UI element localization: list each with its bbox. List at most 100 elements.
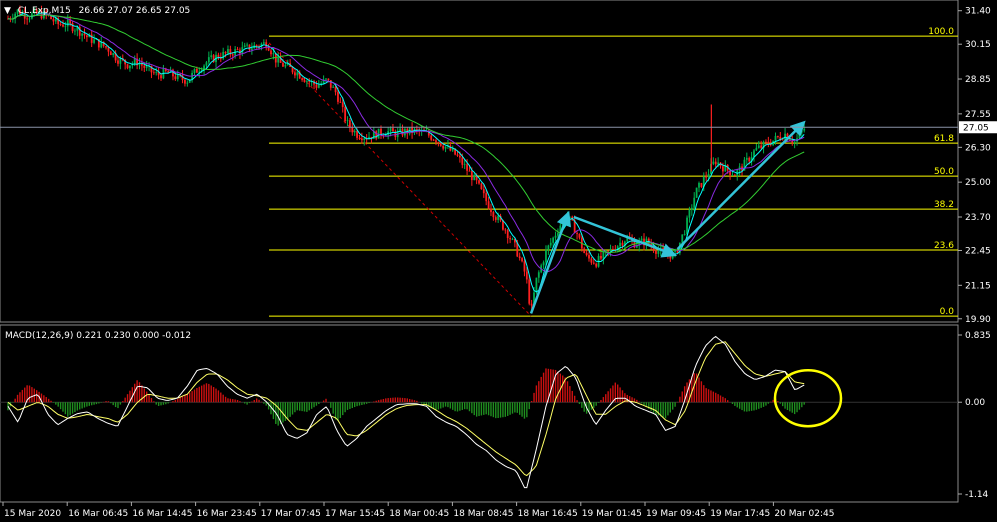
- fib-level-label: 0.0: [940, 307, 955, 317]
- candle-body: [81, 33, 84, 36]
- candle-body: [105, 46, 107, 48]
- candle-body: [461, 157, 464, 165]
- candle-body: [346, 120, 349, 122]
- candle-body: [681, 234, 684, 243]
- candle-body: [733, 175, 736, 176]
- current-price-label: 27.05: [963, 124, 989, 134]
- candle-body: [456, 154, 459, 156]
- candle-body: [119, 58, 122, 64]
- candle-body: [552, 237, 555, 243]
- candle-body: [112, 53, 115, 56]
- candle-body: [798, 132, 801, 139]
- price-axis[interactable]: 31.40 30.15 28.85 27.55 26.30 25.00 23.70 22.45…: [958, 7, 997, 325]
- candle-body: [655, 250, 657, 254]
- candle-body: [282, 62, 284, 67]
- candle-body: [305, 81, 308, 83]
- candle-body: [231, 54, 234, 56]
- candle-body: [227, 49, 229, 54]
- candle-body: [487, 201, 490, 209]
- candle-body: [143, 65, 146, 68]
- candle-body: [588, 255, 590, 259]
- candle-body: [463, 164, 466, 166]
- candle-body: [592, 262, 595, 264]
- price-axis-label: 22.45: [965, 246, 991, 256]
- time-axis-label: 16 Mar 06:45: [68, 509, 128, 519]
- candle-body: [195, 68, 198, 73]
- candle-body: [497, 215, 500, 220]
- candle-body: [530, 303, 533, 306]
- price-panel[interactable]: 100.0 61.8 50.0 38.2 23.6 0.0 ▼ CL.Exp,M15 26…: [0, 0, 959, 323]
- candle-body: [152, 72, 155, 74]
- candle-body: [621, 242, 624, 246]
- macd-axis-label: 0.00: [965, 398, 985, 408]
- candle-body: [478, 180, 480, 184]
- candle-body: [74, 30, 76, 32]
- candle-body: [705, 176, 708, 178]
- candle-body: [688, 209, 691, 218]
- macd-axis[interactable]: 0.835 0.00 -1.14: [958, 331, 991, 500]
- candle-body: [506, 230, 509, 239]
- candle-body: [210, 55, 213, 58]
- candle-body: [568, 216, 571, 218]
- candle-body: [262, 42, 265, 44]
- candle-body: [52, 19, 55, 22]
- header-marker[interactable]: ▼: [4, 6, 11, 16]
- time-axis-label: 18 Mar 16:45: [518, 509, 578, 519]
- candle-body: [296, 72, 299, 76]
- candle-body: [28, 18, 31, 20]
- candle-body: [485, 193, 488, 202]
- candle-body: [554, 235, 557, 238]
- candle-body: [518, 256, 521, 259]
- candle-body: [317, 85, 320, 88]
- time-axis-label: 19 Mar 01:45: [582, 509, 642, 519]
- fib-level-label: 23.6: [934, 241, 954, 251]
- candle-body: [458, 155, 461, 158]
- candle-body: [284, 64, 287, 67]
- time-axis-label: 16 Mar 14:45: [132, 509, 192, 519]
- candle-body: [339, 101, 342, 103]
- chart-window: 100.0 61.8 50.0 38.2 23.6 0.0 ▼ CL.Exp,M15 26…: [0, 0, 997, 522]
- candle-body: [480, 183, 483, 190]
- candle-body: [578, 233, 581, 238]
- candle-body: [126, 64, 129, 69]
- price-axis-label: 23.70: [965, 213, 991, 223]
- fib-level-label: 61.8: [934, 134, 954, 144]
- candle-body: [765, 141, 767, 143]
- header-symbol: CL.Exp,M15: [18, 6, 71, 16]
- candle-body: [435, 140, 437, 143]
- candle-body: [174, 76, 177, 80]
- candle-body: [468, 170, 471, 172]
- time-axis-label: 19 Mar 09:45: [646, 509, 706, 519]
- time-axis[interactable]: 15 Mar 2020 16 Mar 06:45 16 Mar 14:45 16 Ma…: [2, 502, 834, 519]
- candle-body: [83, 33, 86, 36]
- candle-body: [415, 128, 418, 130]
- candle-body: [590, 258, 593, 263]
- candle-body: [327, 78, 330, 81]
- candle-body: [712, 161, 715, 164]
- candle-body: [545, 249, 547, 263]
- candle-body: [133, 58, 136, 64]
- candle-body: [698, 182, 700, 188]
- candle-body: [224, 51, 227, 54]
- candle-body: [547, 245, 550, 250]
- candle-body: [363, 138, 366, 140]
- candle-body: [155, 72, 158, 73]
- fib-level-label: 100.0: [928, 27, 954, 37]
- candle-body: [277, 57, 280, 63]
- candle-body: [482, 189, 485, 194]
- candle-body: [595, 263, 598, 267]
- candle-body: [59, 24, 62, 25]
- candle-body: [205, 62, 208, 66]
- candle-body: [549, 242, 552, 246]
- price-axis-label: 21.15: [965, 281, 991, 291]
- price-axis-label: 30.15: [965, 40, 991, 50]
- macd-panel[interactable]: MACD(12,26,9) 0.221 0.230 0.000 -0.012: [0, 324, 959, 503]
- candle-body: [389, 128, 392, 132]
- candle-body: [356, 130, 358, 138]
- candle-body: [66, 19, 69, 27]
- candle-body: [437, 142, 440, 144]
- candle-body: [748, 157, 751, 162]
- candle-body: [695, 187, 698, 198]
- macd-axis-label: 0.835: [965, 331, 991, 341]
- candle-body: [246, 44, 248, 46]
